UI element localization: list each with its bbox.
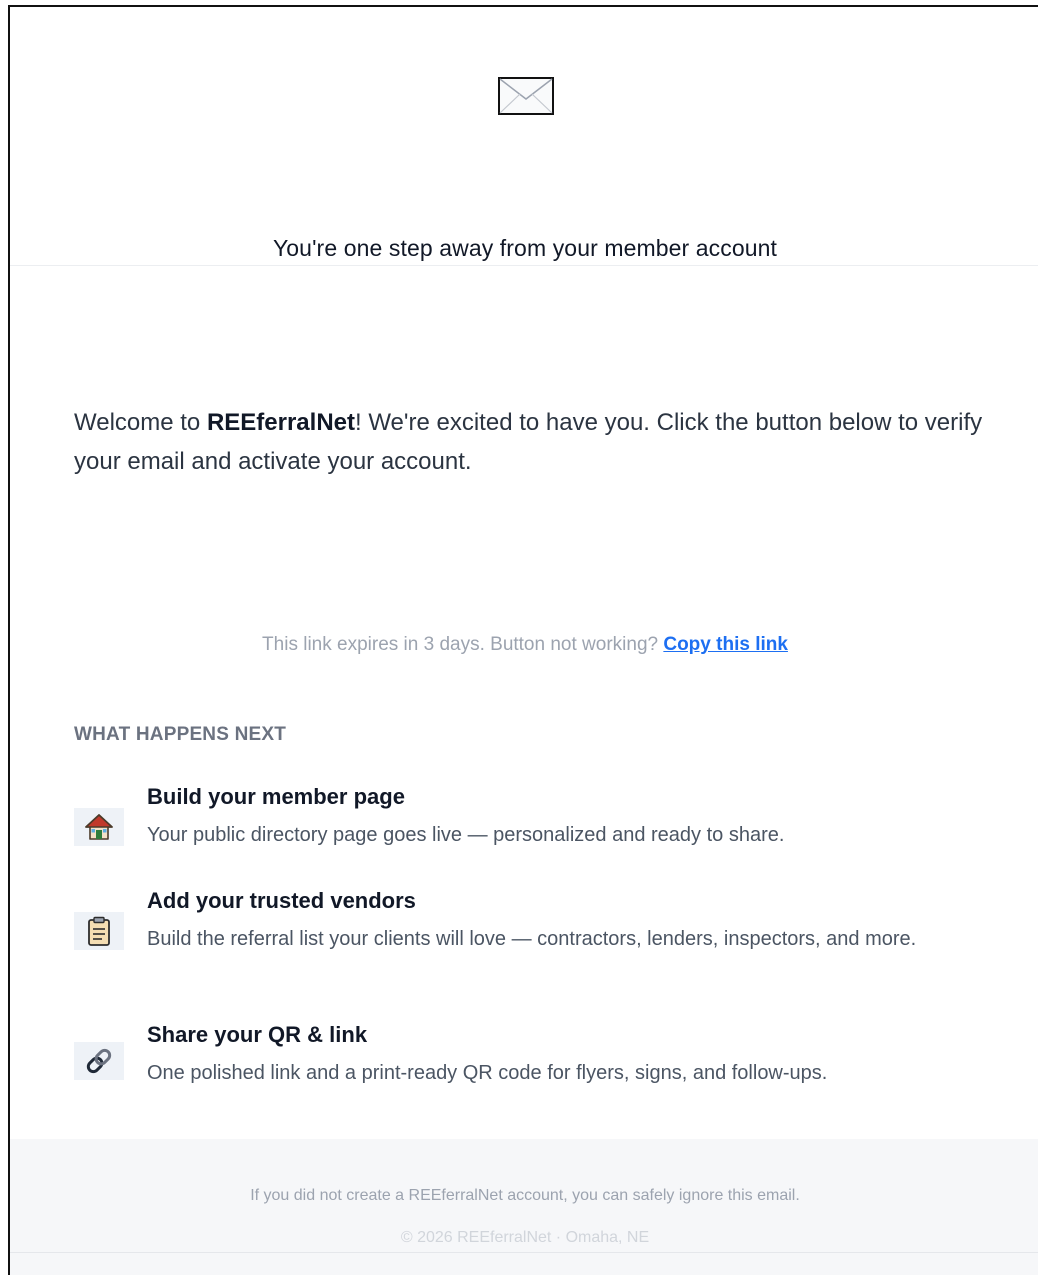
step-description: Build the referral list your clients wil… xyxy=(147,928,917,950)
house-icon xyxy=(74,808,124,846)
header-divider xyxy=(10,265,1038,266)
step-title: Build your member page xyxy=(147,784,405,809)
section-heading: WHAT HAPPENS NEXT xyxy=(74,724,287,745)
link-icon xyxy=(74,1042,124,1080)
expiry-notice: This link expires in 3 days. Button not … xyxy=(10,634,1038,656)
email-container: You're one step away from your member ac… xyxy=(8,5,1038,1275)
step-description: Your public directory page goes live — p… xyxy=(147,824,785,846)
expiry-text: This link expires in 3 days. Button not … xyxy=(262,634,664,655)
footer-copyright: © 2026 REEferralNet · Omaha, NE xyxy=(400,1229,650,1246)
footer-note: If you did not create a REEferralNet acc… xyxy=(250,1187,800,1204)
step-description: One polished link and a print-ready QR c… xyxy=(147,1062,828,1084)
brand-name: REEferralNet xyxy=(206,409,355,436)
copy-link[interactable]: Copy this link xyxy=(663,634,788,655)
email-footer: If you did not create a REEferralNet acc… xyxy=(10,1139,1038,1275)
footer-divider xyxy=(10,1252,1038,1253)
welcome-message: Welcome to REEferralNet! We're excited t… xyxy=(74,403,994,481)
welcome-prefix: Welcome to xyxy=(74,409,207,436)
clipboard-icon xyxy=(74,912,124,950)
step-title: Add your trusted vendors xyxy=(147,888,416,913)
page-title: You're one step away from your member ac… xyxy=(272,235,778,261)
envelope-icon xyxy=(498,77,554,115)
step-title: Share your QR & link xyxy=(147,1022,368,1047)
